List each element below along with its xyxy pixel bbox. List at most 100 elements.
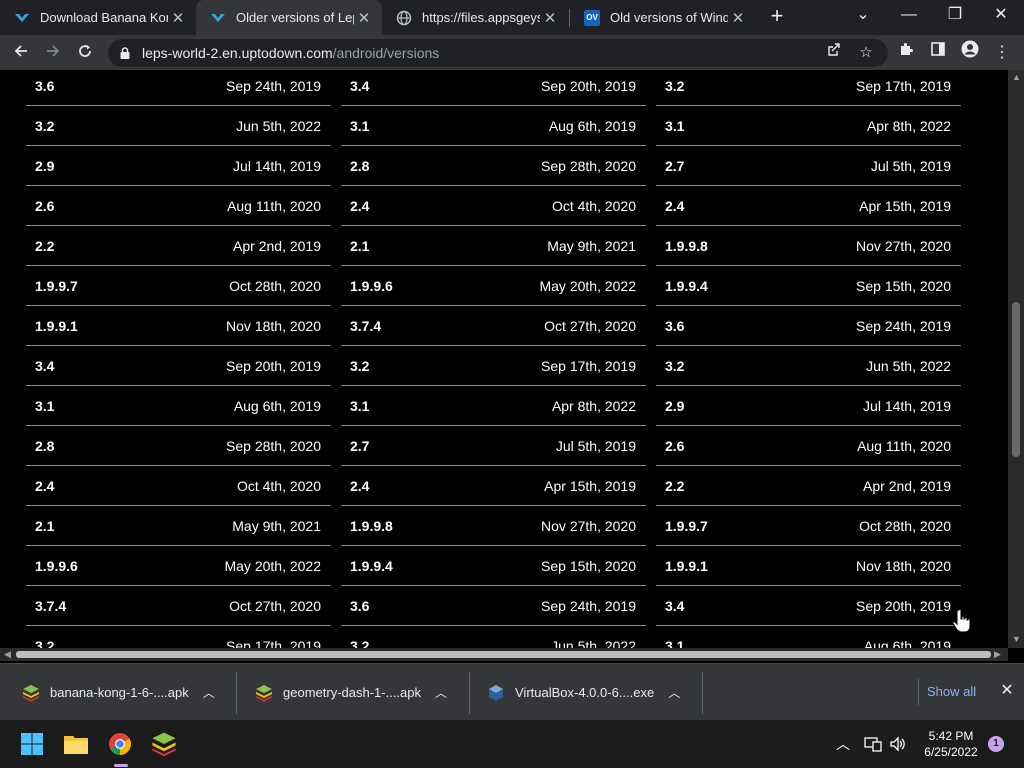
version-item[interactable]: 1.9.9.6 May 20th, 2022 <box>341 266 646 306</box>
version-item[interactable]: 3.1 Apr 8th, 2022 <box>341 386 646 426</box>
version-item[interactable]: 3.1 Aug 6th, 2019 <box>26 386 331 426</box>
chevron-up-icon[interactable]: ︿ <box>203 684 215 701</box>
version-item[interactable]: 3.7.4 Oct 27th, 2020 <box>26 586 331 626</box>
windows-start-icon[interactable] <box>16 728 48 760</box>
lock-icon[interactable] <box>118 46 132 60</box>
horizontal-scrollbar[interactable]: ◀ ▶ <box>0 648 1008 661</box>
version-item[interactable]: 1.9.9.8 Nov 27th, 2020 <box>341 506 646 546</box>
extensions-icon[interactable] <box>893 40 919 66</box>
tab-close-icon[interactable]: ✕ <box>540 9 560 27</box>
version-item[interactable]: 2.7 Jul 5th, 2019 <box>341 426 646 466</box>
download-item-virtualbox[interactable]: VirtualBox-4.0.0-6....exe ︿ <box>465 664 701 721</box>
version-item[interactable]: 2.1 May 9th, 2021 <box>26 506 331 546</box>
minimize-button[interactable]: — <box>886 0 932 32</box>
vertical-scroll-thumb[interactable] <box>1012 302 1020 457</box>
version-item[interactable]: 3.2 Jun 5th, 2022 <box>26 106 331 146</box>
version-item[interactable]: 2.6 Aug 11th, 2020 <box>656 426 961 466</box>
version-item[interactable]: 3.2 Jun 5th, 2022 <box>656 346 961 386</box>
new-tab-button[interactable]: + <box>765 4 789 28</box>
bookmark-star-icon[interactable]: ☆ <box>855 42 877 64</box>
version-item[interactable]: 2.8 Sep 28th, 2020 <box>341 146 646 186</box>
horizontal-scroll-thumb[interactable] <box>16 651 991 658</box>
version-item[interactable]: 3.4 Sep 20th, 2019 <box>26 346 331 386</box>
tab-download-banana-kong[interactable]: Download Banana Kong ✕ <box>0 0 196 35</box>
scroll-left-arrow-icon[interactable]: ◀ <box>4 649 11 660</box>
version-item[interactable]: 1.9.9.1 Nov 18th, 2020 <box>656 546 961 586</box>
version-item[interactable]: 1.9.9.7 Oct 28th, 2020 <box>656 506 961 546</box>
back-button[interactable] <box>8 40 34 66</box>
version-item[interactable]: 3.6 Sep 24th, 2019 <box>26 70 331 106</box>
version-number: 3.1 <box>350 117 370 134</box>
tab-files-appsgeyser[interactable]: https://files.appsgeyser ✕ <box>382 0 568 35</box>
version-item[interactable]: 3.1 Aug 6th, 2019 <box>656 626 961 649</box>
restore-button[interactable]: ❐ <box>932 0 978 32</box>
version-item[interactable]: 3.7.4 Oct 27th, 2020 <box>341 306 646 346</box>
version-item[interactable]: 3.2 Sep 17th, 2019 <box>656 70 961 106</box>
tab-close-icon[interactable]: ✕ <box>168 9 188 27</box>
version-item[interactable]: 3.6 Sep 24th, 2019 <box>656 306 961 346</box>
version-item[interactable]: 3.1 Aug 6th, 2019 <box>341 106 646 146</box>
version-item[interactable]: 1.9.9.8 Nov 27th, 2020 <box>656 226 961 266</box>
scroll-right-arrow-icon[interactable]: ▶ <box>994 649 1001 660</box>
version-item[interactable]: 2.4 Oct 4th, 2020 <box>341 186 646 226</box>
reload-button[interactable] <box>72 40 98 66</box>
version-item[interactable]: 1.9.9.1 Nov 18th, 2020 <box>26 306 331 346</box>
tab-strip: Download Banana Kong ✕ Older versions of… <box>0 0 1024 35</box>
tab-older-versions-leps[interactable]: Older versions of Lep's ✕ <box>196 0 382 35</box>
taskbar-clock[interactable]: 5:42 PM 6/25/2022 <box>916 728 986 760</box>
version-item[interactable]: 2.7 Jul 5th, 2019 <box>656 146 961 186</box>
bluestacks-icon[interactable] <box>148 728 180 760</box>
version-item[interactable]: 2.2 Apr 2nd, 2019 <box>26 226 331 266</box>
close-download-shelf-icon[interactable]: ✕ <box>996 680 1018 702</box>
version-item[interactable]: 2.6 Aug 11th, 2020 <box>26 186 331 226</box>
version-item[interactable]: 3.1 Apr 8th, 2022 <box>656 106 961 146</box>
chevron-up-icon[interactable]: ︿ <box>435 684 447 701</box>
chrome-menu-icon[interactable]: ⋮ <box>989 40 1015 66</box>
chrome-icon[interactable] <box>104 728 136 760</box>
version-item[interactable]: 1.9.9.7 Oct 28th, 2020 <box>26 266 331 306</box>
version-item[interactable]: 3.6 Sep 24th, 2019 <box>341 586 646 626</box>
version-item[interactable]: 3.2 Sep 17th, 2019 <box>341 346 646 386</box>
show-all-downloads-link[interactable]: Show all <box>918 679 984 705</box>
vertical-scrollbar[interactable]: ▲ ▼ <box>1008 70 1024 648</box>
version-item[interactable]: 3.2 Sep 17th, 2019 <box>26 626 331 649</box>
share-icon[interactable] <box>823 42 845 64</box>
download-item-geometry-dash[interactable]: geometry-dash-1-....apk ︿ <box>233 664 469 721</box>
side-panel-icon[interactable] <box>925 40 951 66</box>
version-item[interactable]: 1.9.9.4 Sep 15th, 2020 <box>341 546 646 586</box>
version-item[interactable]: 1.9.9.4 Sep 15th, 2020 <box>656 266 961 306</box>
scroll-up-arrow-icon[interactable]: ▲ <box>1012 72 1021 82</box>
version-date: Sep 24th, 2019 <box>226 77 321 94</box>
profile-avatar-icon[interactable] <box>957 40 983 66</box>
version-number: 1.9.9.7 <box>665 517 708 534</box>
scroll-down-arrow-icon[interactable]: ▼ <box>1012 634 1021 644</box>
version-item[interactable]: 2.9 Jul 14th, 2019 <box>26 146 331 186</box>
network-icon[interactable] <box>864 720 882 768</box>
chevron-up-icon[interactable]: ︿ <box>668 684 680 701</box>
notification-badge[interactable]: 1 <box>988 736 1004 752</box>
tab-close-icon[interactable]: ✕ <box>728 9 748 27</box>
version-item[interactable]: 3.2 Jun 5th, 2022 <box>341 626 646 649</box>
show-hidden-icons-chevron-icon[interactable]: ︿ <box>836 720 850 768</box>
file-explorer-icon[interactable] <box>60 728 92 760</box>
clock-date: 6/25/2022 <box>924 745 978 759</box>
tab-search-button[interactable]: ⌄ <box>840 0 886 32</box>
version-item[interactable]: 2.2 Apr 2nd, 2019 <box>656 466 961 506</box>
tab-old-versions-windows[interactable]: OV Old versions of Window ✕ <box>570 0 756 35</box>
version-item[interactable]: 3.4 Sep 20th, 2019 <box>341 70 646 106</box>
version-item[interactable]: 3.4 Sep 20th, 2019 <box>656 586 961 626</box>
download-item-banana-kong[interactable]: banana-kong-1-6-....apk ︿ <box>0 664 236 721</box>
clock-time: 5:42 PM <box>928 729 974 743</box>
version-item[interactable]: 2.4 Apr 15th, 2019 <box>341 466 646 506</box>
version-item[interactable]: 1.9.9.6 May 20th, 2022 <box>26 546 331 586</box>
version-item[interactable]: 2.1 May 9th, 2021 <box>341 226 646 266</box>
close-window-button[interactable]: ✕ <box>978 0 1024 32</box>
forward-button[interactable] <box>40 40 66 66</box>
version-item[interactable]: 2.9 Jul 14th, 2019 <box>656 386 961 426</box>
address-bar[interactable]: leps-world-2.en.uptodown.com/android/ver… <box>108 39 888 67</box>
tab-close-icon[interactable]: ✕ <box>354 9 374 27</box>
volume-icon[interactable] <box>889 720 907 768</box>
version-item[interactable]: 2.8 Sep 28th, 2020 <box>26 426 331 466</box>
version-item[interactable]: 2.4 Oct 4th, 2020 <box>26 466 331 506</box>
version-item[interactable]: 2.4 Apr 15th, 2019 <box>656 186 961 226</box>
